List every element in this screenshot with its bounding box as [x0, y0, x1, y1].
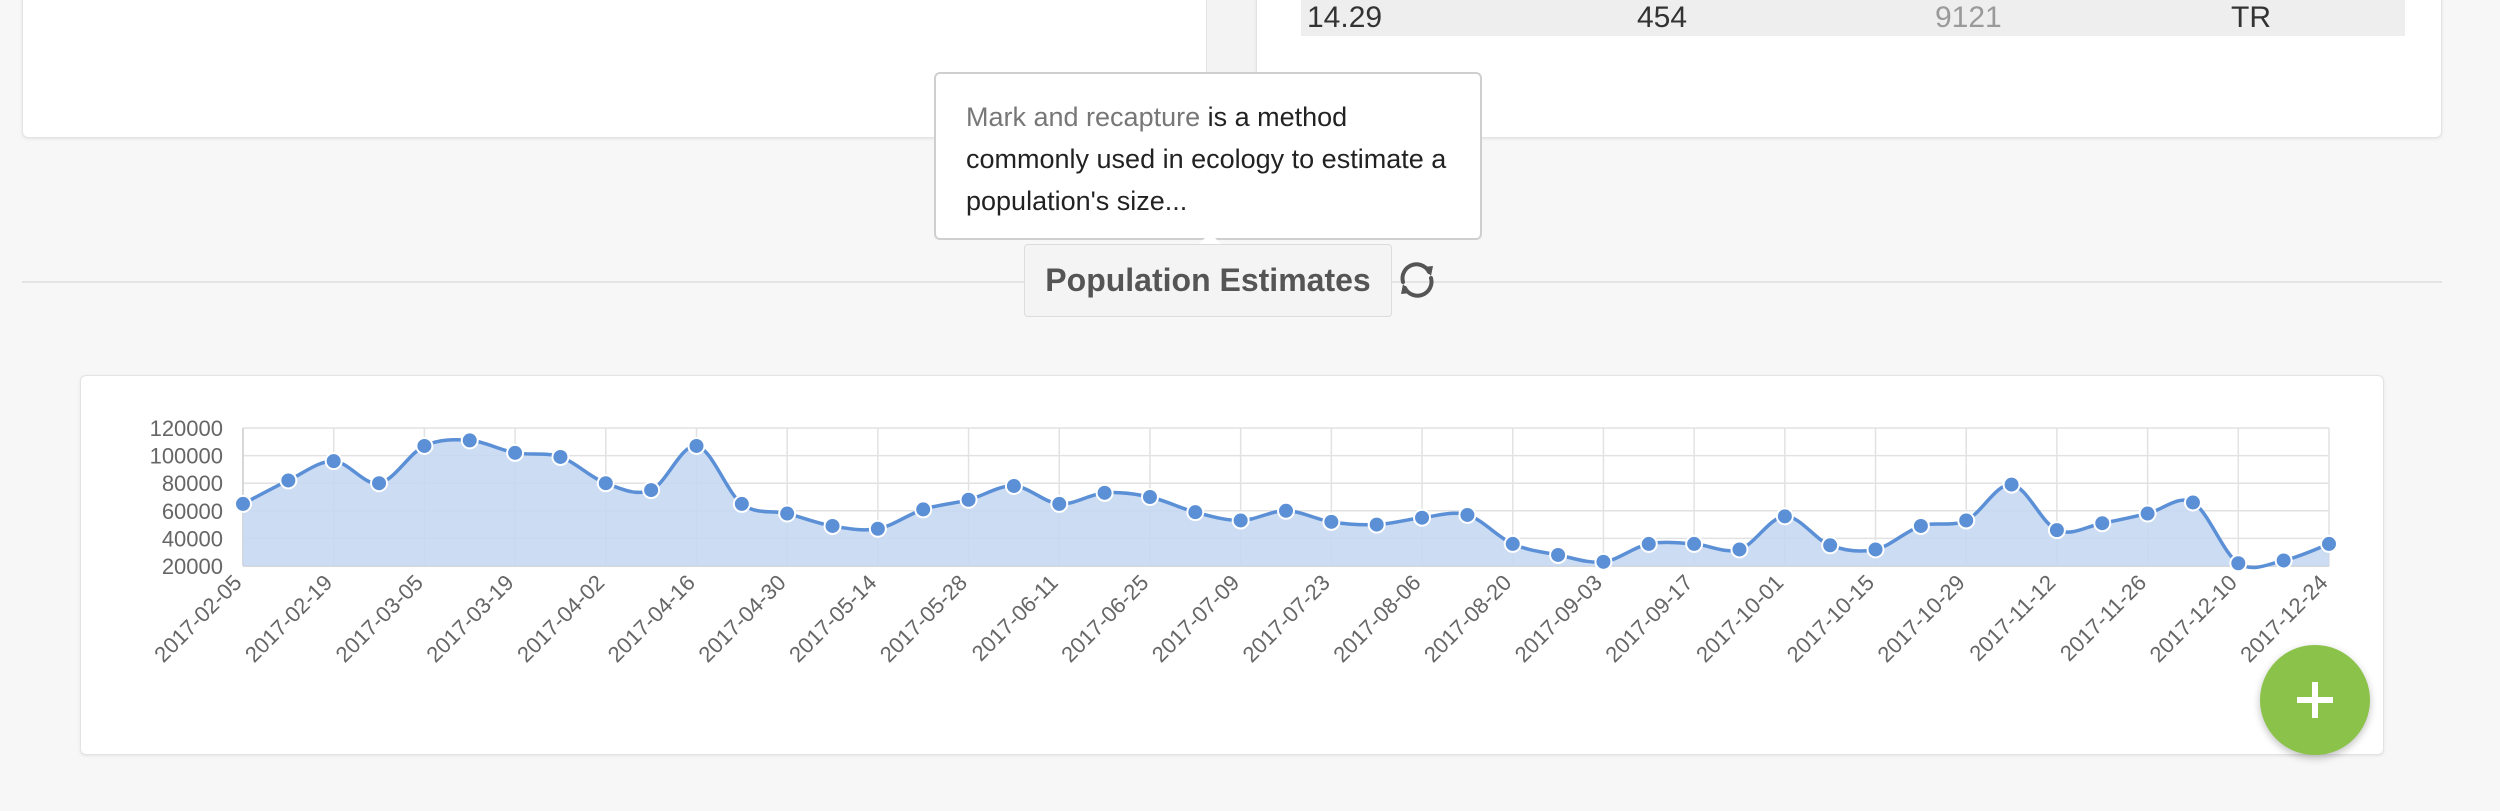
data-point — [1866, 540, 1885, 559]
population-chart: 20000 4000060000 80000100000 120000 2017-02… — [149, 416, 2338, 667]
data-point — [1911, 516, 1930, 535]
data-point — [2183, 493, 2202, 512]
data-point — [1050, 494, 1069, 513]
refresh-icon[interactable] — [1395, 258, 1439, 302]
table-cell: 14.29 — [1307, 1, 1383, 34]
data-point — [1277, 501, 1295, 520]
data-point — [1095, 483, 1114, 502]
add-button[interactable] — [2260, 645, 2370, 755]
x-tick-label: 2017-12-10 — [2145, 570, 2242, 667]
data-point — [551, 447, 570, 466]
data-point — [2274, 551, 2293, 570]
data-point — [1322, 512, 1341, 531]
x-tick-label: 2017-09-17 — [1600, 570, 1697, 667]
data-point — [234, 494, 252, 513]
x-tick-label: 2017-10-01 — [1691, 570, 1788, 667]
data-point — [2229, 554, 2248, 573]
x-tick-label: 2017-06-11 — [967, 570, 1063, 666]
plus-icon — [2297, 682, 2333, 718]
x-tick-label: 2017-11-26 — [2055, 570, 2151, 666]
data-point — [914, 500, 933, 519]
data-point — [778, 504, 797, 523]
x-tick-label: 2017-10-15 — [1782, 570, 1879, 667]
data-point — [415, 436, 434, 455]
data-point — [1730, 540, 1749, 559]
table-cell: 454 — [1637, 1, 1688, 34]
x-tick-label: 2017-08-20 — [1419, 570, 1516, 667]
x-tick-label: 2017-06-25 — [1056, 570, 1153, 667]
y-tick-label: 20000 — [162, 554, 223, 579]
x-tick-label: 2017-03-05 — [331, 570, 428, 667]
x-tick-label: 2017-08-06 — [1328, 570, 1425, 667]
data-point — [1685, 534, 1704, 553]
data-point — [1413, 508, 1432, 527]
x-tick-label: 2017-04-02 — [512, 570, 609, 667]
data-point — [2002, 475, 2021, 494]
data-point — [868, 519, 887, 538]
y-tick-label: 60000 — [162, 499, 223, 524]
data-point — [2047, 521, 2066, 540]
y-tick-label: 40000 — [162, 526, 223, 551]
data-point — [279, 471, 298, 490]
y-tick-label: 100000 — [150, 444, 223, 469]
x-tick-label: 2017-07-23 — [1238, 570, 1335, 667]
data-point — [2320, 534, 2338, 553]
y-tick-label: 120000 — [150, 416, 223, 441]
data-point — [1004, 476, 1023, 495]
x-tick-label: 2017-02-05 — [149, 570, 246, 667]
x-tick-label: 2017-04-30 — [693, 570, 790, 667]
data-point — [1458, 505, 1477, 524]
data-point — [506, 443, 525, 462]
data-point — [2138, 504, 2157, 523]
data-point — [1231, 511, 1250, 530]
data-point — [642, 481, 661, 500]
y-tick-label: 80000 — [162, 471, 223, 496]
x-tick-label: 2017-11-12 — [1964, 570, 2060, 666]
data-point — [1367, 515, 1386, 534]
data-point — [2093, 514, 2112, 533]
data-point — [823, 516, 842, 535]
data-point — [732, 494, 751, 513]
data-point — [959, 490, 978, 509]
data-point — [1821, 536, 1840, 555]
x-tick-label: 2017-05-14 — [784, 570, 881, 667]
data-point — [370, 474, 389, 493]
tooltip-link[interactable]: Mark and recapture — [966, 102, 1200, 132]
x-tick-label: 2017-04-16 — [603, 570, 700, 667]
section-title-button[interactable]: Population Estimates — [1024, 244, 1392, 317]
data-point — [460, 431, 479, 450]
data-point — [1503, 534, 1522, 553]
x-tick-label: 2017-03-19 — [421, 570, 518, 667]
data-point — [324, 452, 343, 471]
x-tick-label: 2017-05-28 — [875, 570, 972, 667]
data-point — [1140, 488, 1159, 506]
data-point — [1775, 507, 1794, 526]
info-tooltip: Mark and recapture is a method commonly … — [934, 72, 1482, 240]
x-tick-label: 2017-02-19 — [240, 570, 337, 667]
data-point — [1957, 511, 1976, 530]
data-point — [596, 474, 615, 493]
data-point — [1186, 503, 1205, 522]
data-point — [1549, 545, 1568, 564]
table-cell: 9121 — [1935, 1, 2002, 34]
chart-panel: 20000 40000 60000 80000 100000 120000 2017-02… — [80, 375, 2384, 755]
x-tick-label: 2017-10-29 — [1872, 570, 1969, 667]
x-tick-label: 2017-07-09 — [1147, 570, 1244, 667]
data-point — [687, 436, 706, 455]
data-point — [1639, 534, 1658, 553]
data-point — [1594, 552, 1613, 571]
x-tick-label: 2017-09-03 — [1510, 570, 1607, 667]
table-cell: TR — [2231, 1, 2271, 34]
table-row: 14.29 454 9121 TR — [1301, 0, 2405, 36]
